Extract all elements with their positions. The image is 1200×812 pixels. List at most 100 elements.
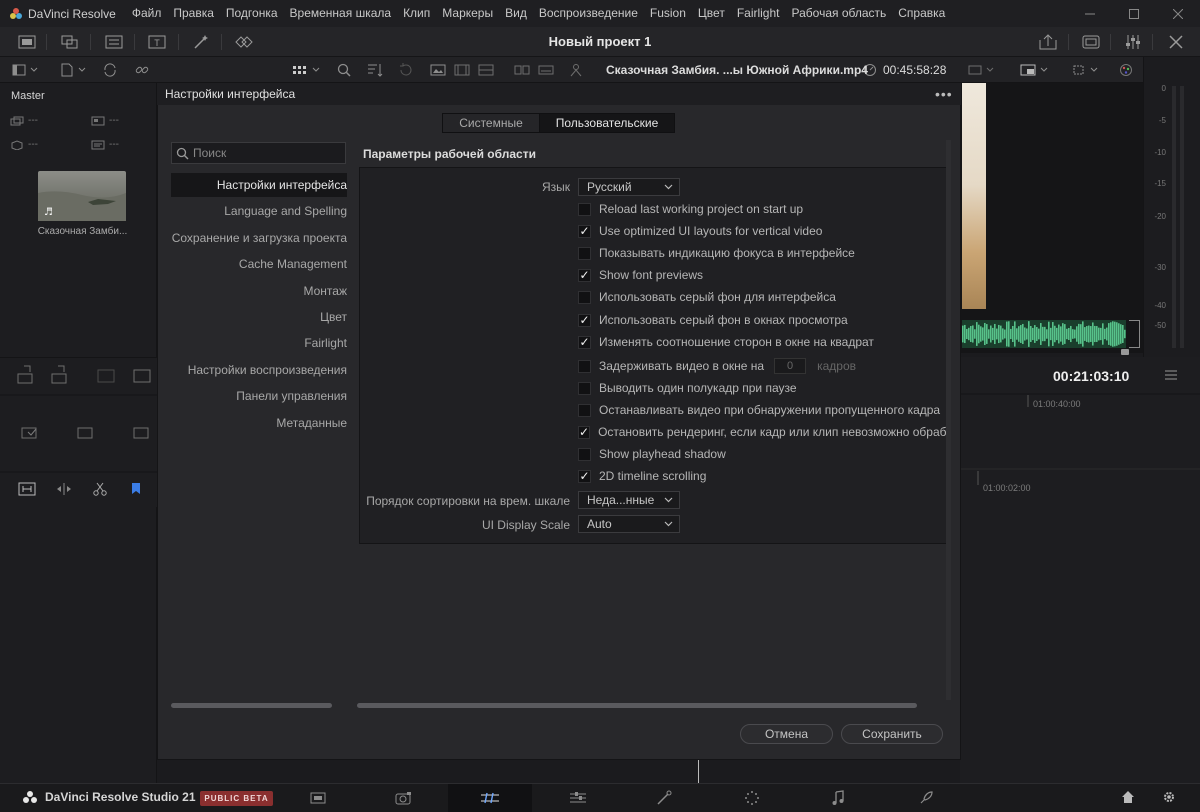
new-bin-icon[interactable] <box>56 60 92 80</box>
clip-thumbnail[interactable]: ♬ <box>38 171 126 221</box>
option-gray-viewer-background[interactable]: ✓ Использовать серый фон в окнах просмот… <box>578 311 848 329</box>
checkbox-checked[interactable]: ✓ <box>578 224 591 238</box>
option-delay-video[interactable]: Задерживать видео в окне на 0 кадров <box>578 357 856 375</box>
language-select[interactable]: Русский <box>578 178 680 196</box>
flag-icon[interactable] <box>131 482 141 496</box>
sort-order-select[interactable]: Неда...нные <box>578 491 680 509</box>
cancel-button[interactable]: Отмена <box>740 724 833 744</box>
checkbox[interactable] <box>578 403 591 417</box>
tab-system[interactable]: Системные <box>443 114 540 132</box>
nav-control-panels[interactable]: Панели управления <box>171 384 347 408</box>
grid-view-icon[interactable] <box>290 60 324 80</box>
close-icon[interactable] <box>1156 0 1200 27</box>
menu-help[interactable]: Справка <box>892 0 951 27</box>
menu-view[interactable]: Вид <box>499 0 533 27</box>
menu-playback[interactable]: Воспроизведение <box>533 0 644 27</box>
refresh-icon[interactable] <box>396 60 416 80</box>
checkbox[interactable] <box>578 381 591 395</box>
nav-horizontal-scrollbar[interactable] <box>171 703 332 708</box>
sort-icon[interactable] <box>364 60 386 80</box>
option-stop-render[interactable]: ✓ Остановить рендеринг, если кадр или кл… <box>578 423 950 441</box>
settings-horizontal-scrollbar[interactable] <box>357 703 917 708</box>
home-icon[interactable] <box>1121 790 1135 804</box>
ui-scale-select[interactable]: Auto <box>578 515 680 533</box>
bin-master[interactable]: Master <box>11 90 45 102</box>
option-font-previews[interactable]: ✓ Show font previews <box>578 266 703 284</box>
nav-edit[interactable]: Монтаж <box>171 279 348 303</box>
checkbox-checked[interactable]: ✓ <box>578 469 591 483</box>
option-square-aspect[interactable]: ✓ Изменять соотношение сторон в окне на … <box>578 333 874 351</box>
save-button[interactable]: Сохранить <box>841 724 943 744</box>
nav-metadata[interactable]: Метаданные <box>171 411 347 435</box>
person-icon[interactable] <box>566 60 586 80</box>
blade-icon[interactable] <box>92 482 108 496</box>
option-reload-project[interactable]: Reload last working project on start up <box>578 200 803 218</box>
maximize-icon[interactable] <box>1112 0 1156 27</box>
delay-frames-input[interactable]: 0 <box>774 358 807 374</box>
dual-view-icon[interactable] <box>512 60 532 80</box>
transform-icon[interactable] <box>1068 60 1104 80</box>
checkbox[interactable] <box>578 202 591 216</box>
checkbox[interactable] <box>578 359 591 373</box>
color-wheel-icon[interactable] <box>1116 60 1136 80</box>
menu-file[interactable]: Файл <box>126 0 168 27</box>
checkbox-checked[interactable]: ✓ <box>578 425 591 439</box>
nav-language[interactable]: Language and Spelling <box>171 199 347 223</box>
option-focus-indicator[interactable]: Показывать индикацию фокуса в интерфейсе <box>578 244 855 262</box>
page-media-icon[interactable] <box>276 784 360 812</box>
menu-trim[interactable]: Подгонка <box>220 0 284 27</box>
strip-view-icon[interactable] <box>476 60 496 80</box>
menu-fusion[interactable]: Fusion <box>644 0 692 27</box>
nav-ui-settings[interactable]: Настройки интерфейса <box>171 173 347 197</box>
vertical-scrollbar[interactable] <box>946 140 951 700</box>
timeline-playhead[interactable] <box>698 760 699 783</box>
option-stop-on-dropped-frame[interactable]: Останавливать видео при обнаружении проп… <box>578 401 940 419</box>
page-edit-icon[interactable] <box>448 784 532 812</box>
link-icon[interactable] <box>132 60 152 80</box>
gear-icon[interactable] <box>1162 790 1176 804</box>
page-music-icon[interactable] <box>796 784 880 812</box>
page-fairlight-icon[interactable] <box>710 784 794 812</box>
page-deliver-icon[interactable] <box>884 784 968 812</box>
nav-project-save-load[interactable]: Сохранение и загрузка проекта <box>171 226 347 250</box>
option-single-field[interactable]: Выводить один полукадр при паузе <box>578 379 797 397</box>
trim-tool-icon[interactable] <box>18 482 36 496</box>
checkbox-checked[interactable]: ✓ <box>578 313 591 327</box>
menu-clip[interactable]: Клип <box>397 0 436 27</box>
dynamic-trim-icon[interactable] <box>55 482 73 496</box>
tab-user[interactable]: Пользовательские <box>540 114 674 132</box>
minimize-icon[interactable] <box>1068 0 1112 27</box>
nav-cache[interactable]: Cache Management <box>171 252 347 276</box>
option-2d-timeline-scrolling[interactable]: ✓ 2D timeline scrolling <box>578 467 706 485</box>
checkbox-checked[interactable]: ✓ <box>578 268 591 282</box>
option-gray-ui-background[interactable]: Использовать серый фон для интерфейса <box>578 288 836 306</box>
search-icon[interactable] <box>334 60 354 80</box>
menu-edit[interactable]: Правка <box>167 0 220 27</box>
viewer-mode-icon[interactable] <box>964 60 1000 80</box>
sync-icon[interactable] <box>100 60 120 80</box>
menu-workspace[interactable]: Рабочая область <box>786 0 893 27</box>
image-view-icon[interactable] <box>428 60 448 80</box>
checkbox-checked[interactable]: ✓ <box>578 335 591 349</box>
checkbox[interactable] <box>578 290 591 304</box>
keyboard-icon[interactable] <box>536 60 556 80</box>
layout-toggle-icon[interactable] <box>8 60 44 80</box>
option-playhead-shadow[interactable]: Show playhead shadow <box>578 445 726 463</box>
menu-fairlight[interactable]: Fairlight <box>731 0 786 27</box>
search-input[interactable]: Поиск <box>171 142 346 164</box>
playhead-marker[interactable] <box>1121 349 1129 355</box>
nav-playback[interactable]: Настройки воспроизведения <box>171 358 347 382</box>
checkbox[interactable] <box>578 246 591 260</box>
page-cut-icon[interactable] <box>362 784 446 812</box>
menu-color[interactable]: Цвет <box>692 0 731 27</box>
page-fusion-icon[interactable] <box>536 784 620 812</box>
checkbox[interactable] <box>578 447 591 461</box>
menu-markers[interactable]: Маркеры <box>436 0 499 27</box>
film-view-icon[interactable] <box>452 60 472 80</box>
menu-timeline[interactable]: Временная шкала <box>284 0 398 27</box>
timeline-menu-icon[interactable] <box>1164 369 1178 381</box>
option-vertical-layouts[interactable]: ✓ Use optimized UI layouts for vertical … <box>578 222 822 240</box>
page-color-icon[interactable] <box>622 784 706 812</box>
hdr-icon[interactable] <box>1016 60 1054 80</box>
nav-color[interactable]: Цвет <box>171 305 347 329</box>
